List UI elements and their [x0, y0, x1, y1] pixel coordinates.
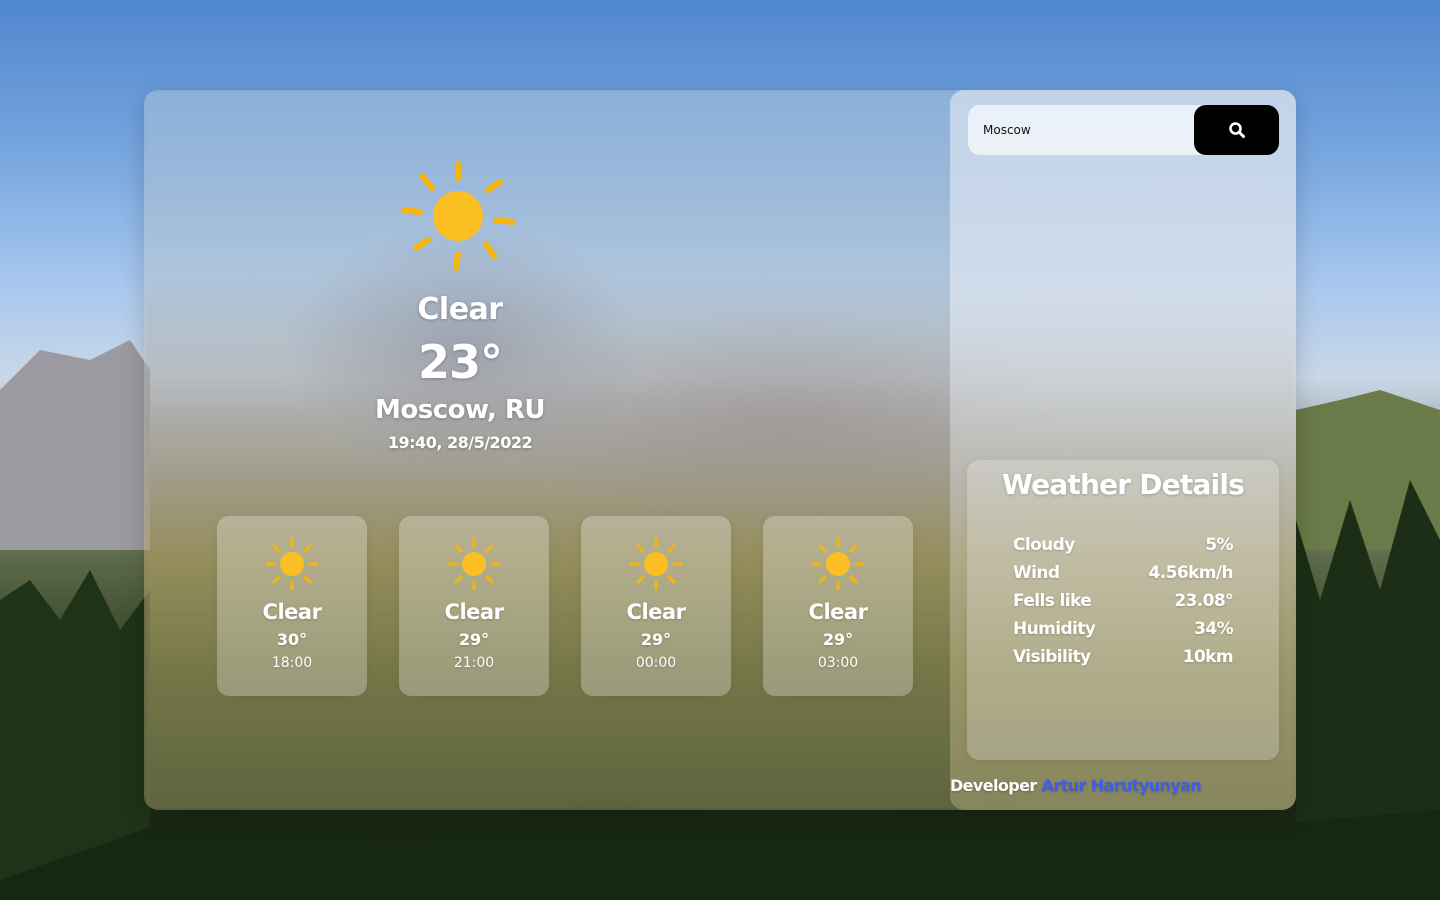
detail-label: Visibility — [1013, 647, 1091, 667]
forecast-temperature: 29° — [822, 630, 854, 649]
search-input[interactable] — [968, 105, 1194, 155]
forecast-card: Clear 29° 21:00 — [399, 516, 549, 696]
detail-label: Humidity — [1013, 619, 1096, 639]
details-title: Weather Details — [1001, 468, 1245, 501]
forecast-card: Clear 29° 00:00 — [581, 516, 731, 696]
forecast-time: 21:00 — [453, 655, 495, 671]
sun-icon — [629, 537, 683, 591]
detail-label: Wind — [1013, 563, 1060, 583]
forecast-time: 18:00 — [271, 655, 313, 671]
forecast-card: Clear 30° 18:00 — [217, 516, 367, 696]
forecast-temperature: 29° — [640, 630, 672, 649]
forecast-condition: Clear — [444, 600, 504, 624]
forecast-condition: Clear — [262, 600, 322, 624]
forecast-temperature: 30° — [276, 630, 308, 649]
weather-details-card: Weather Details Cloudy 5% Wind 4.56km/h … — [967, 460, 1279, 760]
forecast-temperature: 29° — [458, 630, 490, 649]
current-condition: Clear — [417, 292, 503, 327]
developer-link[interactable]: Artur Harutyunyan — [1042, 776, 1202, 795]
forecast-condition: Clear — [626, 600, 686, 624]
detail-value: 34% — [1194, 619, 1233, 639]
detail-row-cloudy: Cloudy 5% — [1013, 534, 1234, 562]
detail-row-wind: Wind 4.56km/h — [1013, 562, 1234, 590]
current-weather: Clear 23° Moscow, RU 19:40, 28/5/2022 — [350, 160, 570, 452]
detail-row-feels-like: Fells like 23.08° — [1013, 590, 1234, 618]
forecast-time: 00:00 — [635, 655, 677, 671]
sun-icon — [811, 537, 865, 591]
sun-icon — [447, 537, 501, 591]
current-datetime: 19:40, 28/5/2022 — [387, 433, 533, 452]
sun-icon — [265, 537, 319, 591]
forecast-condition: Clear — [808, 600, 868, 624]
current-city: Moscow, RU — [375, 395, 545, 425]
detail-value: 23.08° — [1174, 591, 1233, 611]
search-button[interactable] — [1194, 105, 1279, 155]
sun-icon — [401, 161, 515, 271]
detail-row-visibility: Visibility 10km — [1013, 646, 1234, 674]
forecast-time: 03:00 — [817, 655, 859, 671]
search-icon — [1228, 122, 1245, 138]
detail-value: 4.56km/h — [1148, 563, 1234, 583]
detail-label: Fells like — [1013, 591, 1092, 611]
forecast-list: Clear 30° 18:00 Clear 29° 21:00 Clear 29… — [217, 516, 913, 696]
detail-value: 5% — [1205, 535, 1233, 555]
detail-value: 10km — [1182, 647, 1234, 667]
forecast-card: Clear 29° 03:00 — [763, 516, 913, 696]
developer-credit: Developer Artur Harutyunyan — [950, 776, 1202, 795]
developer-label: Developer — [950, 776, 1037, 795]
detail-row-humidity: Humidity 34% — [1013, 618, 1234, 646]
current-temperature: 23° — [417, 335, 503, 389]
sidebar-panel: Weather Details Cloudy 5% Wind 4.56km/h … — [950, 90, 1296, 810]
details-list: Cloudy 5% Wind 4.56km/h Fells like 23.08… — [1013, 534, 1234, 674]
search-box — [968, 105, 1279, 155]
detail-label: Cloudy — [1013, 535, 1075, 555]
